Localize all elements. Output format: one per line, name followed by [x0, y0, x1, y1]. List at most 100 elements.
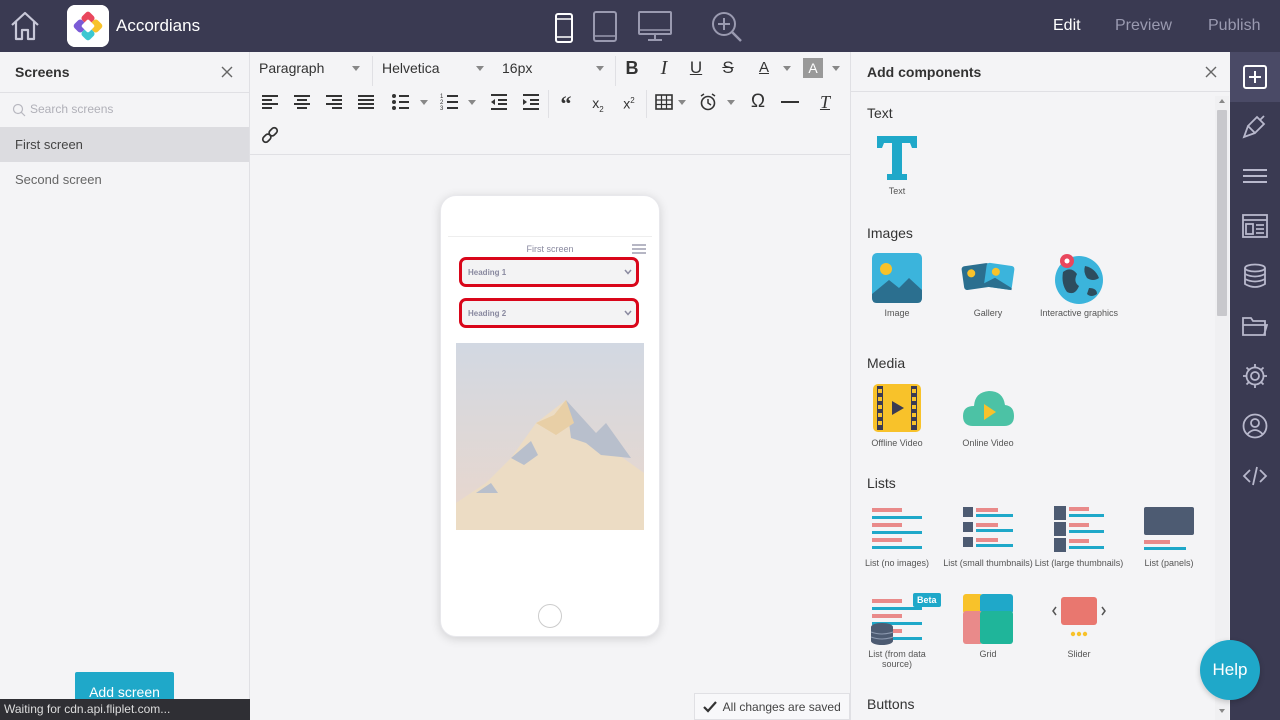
align-left-icon[interactable] [260, 92, 280, 112]
add-components-icon[interactable] [1242, 64, 1268, 90]
accordion-heading-2[interactable]: Heading 2 [459, 298, 639, 328]
component-label: Slider [1067, 649, 1091, 659]
numbered-list-icon[interactable]: 123 [440, 92, 460, 112]
folder-icon[interactable] [1242, 313, 1268, 339]
phone-screen-title: First screen [526, 244, 574, 254]
component-label: List (from data source) [868, 649, 926, 669]
align-justify-icon[interactable] [356, 92, 376, 112]
settings-gear-icon[interactable] [1242, 363, 1268, 389]
bold-icon[interactable]: B [622, 58, 642, 78]
component-grid[interactable]: Grid [943, 593, 1033, 659]
phone-preview: First screen Heading 1 Heading 2 [440, 195, 660, 637]
component-label: Offline Video [871, 438, 923, 448]
chevron-down-icon [352, 66, 360, 71]
layout-icon[interactable] [1242, 213, 1268, 239]
block-format-select[interactable]: Paragraph [259, 60, 324, 76]
component-label: Online Video [962, 438, 1014, 448]
list-small-thumbnails-icon [963, 507, 1013, 547]
chevron-down-icon [476, 66, 484, 71]
user-account-icon[interactable] [1242, 413, 1268, 439]
text-component-icon [877, 136, 917, 180]
outdent-icon[interactable] [489, 92, 509, 112]
screen-list-item[interactable]: First screen [0, 127, 249, 162]
component-offline-video[interactable]: Offline Video [852, 382, 942, 448]
zoom-in-icon[interactable] [708, 8, 744, 44]
list-panels-icon [1144, 507, 1194, 550]
component-label: Text [888, 186, 906, 196]
screens-search [0, 92, 249, 127]
slider-icon [1052, 597, 1106, 637]
bullet-list-icon[interactable] [391, 92, 411, 112]
screens-panel-title: Screens [15, 64, 70, 80]
component-list-panels[interactable]: List (panels) [1124, 502, 1214, 568]
scrollbar-thumb[interactable] [1217, 110, 1227, 316]
text-color-icon[interactable]: A [754, 58, 774, 78]
toolbar-divider [372, 56, 373, 86]
close-icon[interactable] [1203, 64, 1219, 80]
publish-mode-tab[interactable]: Publish [1208, 17, 1260, 35]
indent-icon[interactable] [521, 92, 541, 112]
search-icon [12, 103, 26, 117]
italic-icon[interactable]: I [654, 58, 674, 78]
accordion-heading-1[interactable]: Heading 1 [459, 257, 639, 287]
chevron-down-icon [468, 100, 476, 105]
tablet-device-icon[interactable] [591, 8, 619, 44]
component-image[interactable]: Image [852, 252, 942, 318]
link-icon[interactable] [260, 125, 280, 145]
font-family-select[interactable]: Helvetica [382, 60, 440, 76]
component-label: List (panels) [1144, 558, 1194, 568]
strikethrough-icon[interactable]: S [718, 58, 738, 78]
table-icon[interactable] [654, 92, 674, 112]
font-size-select[interactable]: 16px [502, 60, 532, 76]
desktop-device-icon[interactable] [636, 8, 676, 44]
mobile-device-icon[interactable] [553, 8, 575, 44]
code-icon[interactable] [1242, 463, 1268, 489]
component-list-large-thumbnails[interactable]: List (large thumbnails) [1034, 502, 1124, 568]
component-gallery[interactable]: Gallery [943, 252, 1033, 318]
search-screens-input[interactable] [30, 102, 230, 116]
preview-mode-tab[interactable]: Preview [1115, 17, 1172, 35]
subscript-icon[interactable]: x2 [588, 93, 608, 114]
phone-home-button[interactable] [538, 604, 562, 628]
component-list-data-source[interactable]: Beta List (from data source) [852, 593, 942, 669]
component-list-small-thumbnails[interactable]: List (small thumbnails) [943, 502, 1033, 568]
clear-formatting-icon[interactable]: T [815, 92, 835, 112]
component-label: List (large thumbnails) [1034, 558, 1124, 568]
scroll-down-icon[interactable] [1215, 706, 1229, 716]
background-color-icon[interactable]: A [803, 58, 823, 78]
menu-icon[interactable] [1242, 163, 1268, 189]
clock-icon[interactable] [698, 92, 718, 112]
underline-icon[interactable]: U [686, 58, 706, 78]
blockquote-icon[interactable]: “ [556, 93, 576, 115]
align-right-icon[interactable] [324, 92, 344, 112]
phone-screen: First screen Heading 1 Heading 2 [448, 236, 652, 596]
hamburger-menu-icon[interactable] [632, 244, 646, 254]
chevron-down-icon [727, 100, 735, 105]
superscript-icon[interactable]: x2 [619, 91, 639, 112]
screen-list-item[interactable]: Second screen [0, 162, 249, 197]
database-icon[interactable] [1242, 263, 1268, 289]
component-interactive-graphics[interactable]: Interactive graphics [1034, 252, 1124, 318]
edit-mode-tab[interactable]: Edit [1053, 17, 1081, 35]
film-icon [873, 384, 921, 432]
chevron-down-icon [678, 100, 686, 105]
align-center-icon[interactable] [292, 92, 312, 112]
scroll-up-icon[interactable] [1215, 96, 1229, 106]
home-icon[interactable] [8, 9, 42, 43]
right-sidebar [1230, 52, 1280, 720]
beta-badge: Beta [913, 593, 941, 607]
grid-icon [963, 594, 1013, 644]
component-list-no-images[interactable]: List (no images) [852, 502, 942, 568]
component-slider[interactable]: Slider [1034, 593, 1124, 659]
close-icon[interactable] [219, 64, 235, 80]
horizontal-rule-icon[interactable] [780, 92, 800, 112]
help-button[interactable]: Help [1200, 640, 1260, 700]
component-online-video[interactable]: Online Video [943, 382, 1033, 448]
component-text[interactable]: Text [852, 132, 942, 196]
paint-brush-icon[interactable] [1242, 113, 1268, 139]
category-title-lists: Lists [867, 475, 896, 491]
screens-panel: Screens First screen Second screen Add s… [0, 52, 250, 720]
component-label: List (small thumbnails) [943, 558, 1033, 568]
components-scrollbar[interactable] [1215, 96, 1229, 720]
special-character-icon[interactable]: Ω [748, 92, 768, 112]
